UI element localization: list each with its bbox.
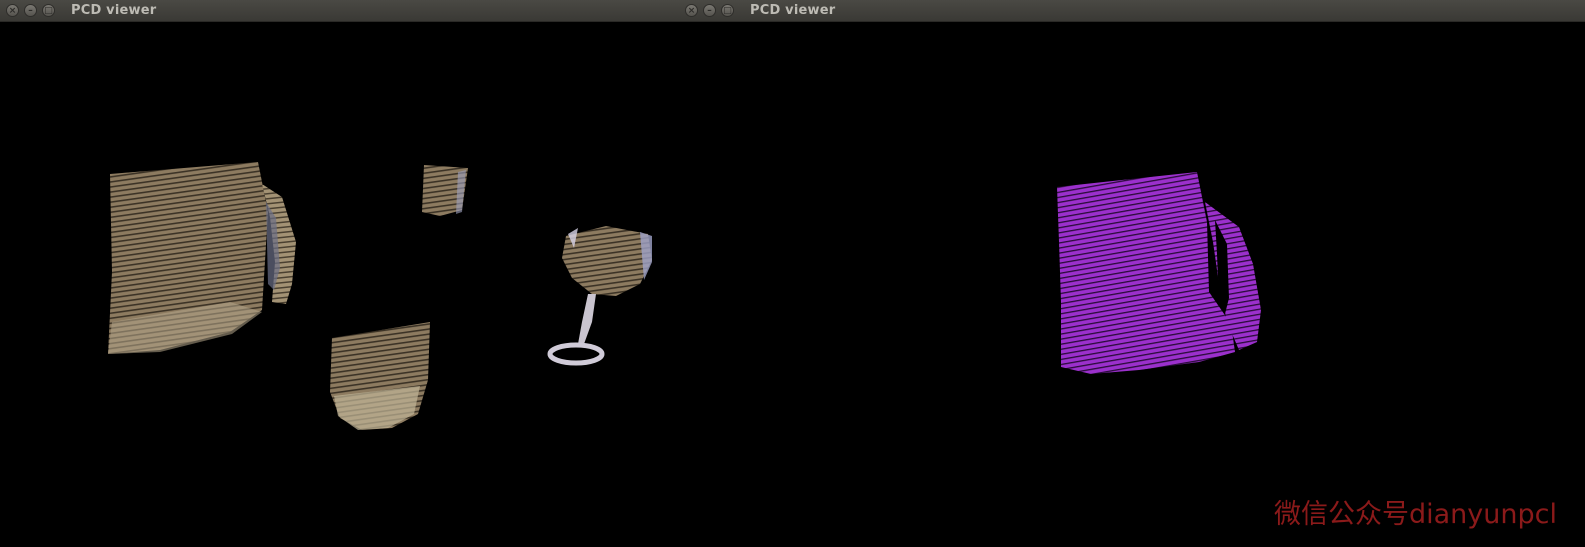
window-controls-left: × – □	[0, 4, 64, 17]
maximize-icon[interactable]: □	[42, 4, 55, 17]
window-title: PCD viewer	[750, 3, 836, 18]
titlebar-right[interactable]: × – □ PCD viewer	[679, 0, 1585, 22]
point-cloud-scene-right	[1057, 172, 1261, 374]
desktop-screen: × – □ PCD viewer × – □ PCD viewer 微信公众号d…	[0, 0, 1585, 547]
watermark-text: 微信公众号dianyunpcl	[1274, 499, 1557, 530]
minimize-icon[interactable]: –	[24, 4, 37, 17]
segmented-mug-cluster	[1057, 172, 1261, 374]
point-cloud-mug	[108, 162, 296, 354]
point-cloud-small-object	[422, 165, 468, 216]
point-cloud-wine-glass	[547, 226, 652, 366]
point-cloud-scene-left	[108, 162, 652, 430]
pcd-viewer-window-left: × – □ PCD viewer	[0, 0, 679, 547]
titlebar-left[interactable]: × – □ PCD viewer	[0, 0, 679, 22]
point-cloud-bowl	[330, 322, 430, 430]
point-cloud-viewport-left[interactable]	[0, 22, 679, 547]
point-cloud-viewport-right[interactable]	[679, 22, 1585, 547]
window-title: PCD viewer	[71, 3, 157, 18]
window-controls-right: × – □	[679, 4, 743, 17]
minimize-icon[interactable]: –	[703, 4, 716, 17]
close-icon[interactable]: ×	[685, 4, 698, 17]
close-icon[interactable]: ×	[6, 4, 19, 17]
maximize-icon[interactable]: □	[721, 4, 734, 17]
pcd-viewer-window-right: × – □ PCD viewer	[679, 0, 1585, 547]
